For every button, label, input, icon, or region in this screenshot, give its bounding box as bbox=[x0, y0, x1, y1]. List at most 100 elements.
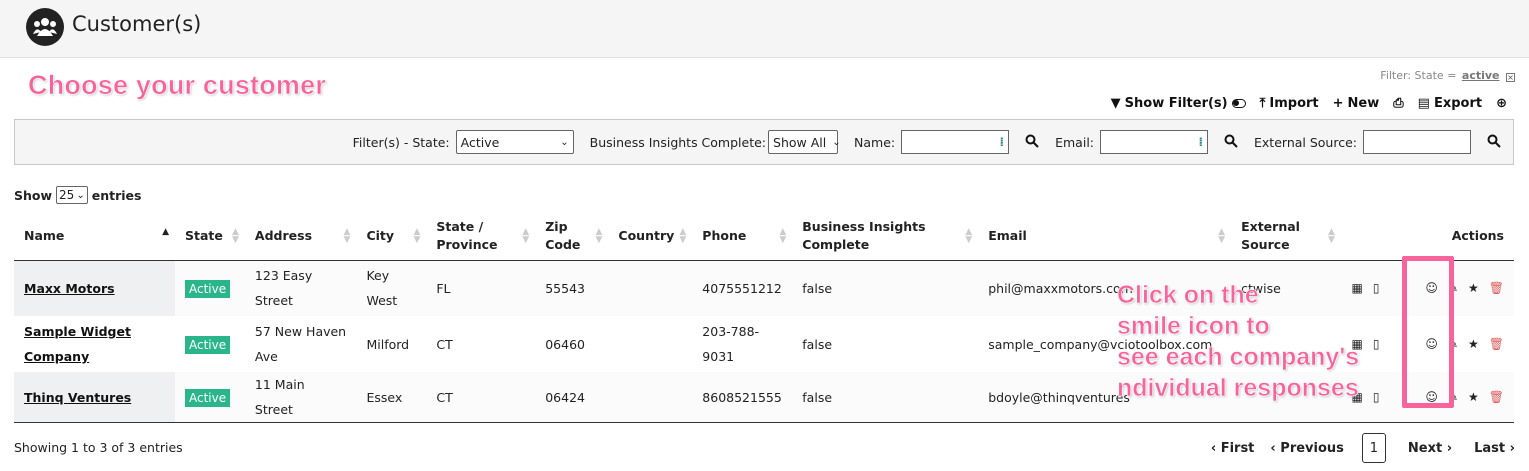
sort-icon: ▲ ▼ bbox=[413, 227, 421, 245]
province-cell: FL bbox=[436, 280, 451, 296]
callout-choose-customer: Choose your customer bbox=[28, 70, 327, 101]
bi-cell: false bbox=[802, 336, 833, 352]
import-label: Import bbox=[1269, 96, 1319, 111]
page-1-button[interactable]: 1 bbox=[1361, 433, 1386, 463]
country-cell bbox=[608, 372, 693, 423]
trash-icon[interactable]: 🗑 bbox=[1489, 332, 1504, 357]
column-header[interactable]: Email ▲ ▼ bbox=[978, 212, 1232, 261]
autofill-icon: ⁞ bbox=[999, 135, 1005, 149]
filter-summary-value[interactable]: active bbox=[1462, 69, 1500, 82]
status-badge: Active bbox=[185, 388, 231, 407]
external-filter-label: External Source: bbox=[1254, 134, 1357, 150]
state-filter-select[interactable]: Active ⌄ bbox=[455, 130, 574, 154]
star-icon[interactable]: ★ bbox=[1468, 385, 1479, 410]
column-header[interactable]: State ▲ ▼ bbox=[175, 212, 245, 261]
column-header[interactable]: Zip Code ▲ ▼ bbox=[535, 212, 609, 261]
entries-select[interactable]: 25 ⌄ bbox=[56, 186, 88, 204]
column-header: Actions bbox=[1340, 212, 1514, 261]
customer-name-link[interactable]: Sample Widget Company bbox=[24, 324, 131, 364]
entries-show-label: Show bbox=[14, 187, 53, 203]
name-search-icon[interactable] bbox=[1025, 134, 1041, 150]
callout-line: see each company's bbox=[1117, 343, 1360, 372]
zip-cell: 06460 bbox=[545, 336, 585, 352]
table-header-row: Name ▲ State ▲ ▼ Address ▲ ▼ City ▲ ▼ State / P… bbox=[14, 212, 1514, 261]
plus-icon: + bbox=[1332, 96, 1344, 111]
province-cell: CT bbox=[426, 372, 536, 423]
clipboard-icon[interactable]: ▯ bbox=[1373, 332, 1380, 357]
sort-icon: ▲ ▼ bbox=[779, 227, 787, 245]
sort-icon: ▲ ▼ bbox=[679, 227, 687, 245]
new-button[interactable]: + New bbox=[1333, 96, 1380, 111]
chevron-down-icon: ⌄ bbox=[832, 136, 841, 148]
filter-summary-label: Filter: State = bbox=[1380, 69, 1457, 82]
email-search-icon[interactable] bbox=[1224, 134, 1240, 150]
import-button[interactable]: ⤒ Import bbox=[1260, 96, 1319, 111]
first-page-button[interactable]: ‹ First bbox=[1211, 441, 1255, 456]
filter-funnel-icon: ▼ bbox=[1110, 96, 1121, 111]
toolbar: ▼ Show Filter(s) ⤒ Import + New ⎙ ▤ Expo… bbox=[1111, 96, 1507, 111]
email-filter-input[interactable]: ⁞ bbox=[1100, 130, 1209, 154]
province-cell: CT bbox=[436, 336, 453, 352]
trash-icon[interactable]: 🗑 bbox=[1489, 276, 1504, 301]
filter-bar: Filter(s) - State: Active ⌄ Business Ins… bbox=[14, 119, 1514, 165]
sort-icon: ▲ ▼ bbox=[1328, 227, 1335, 245]
autofill-icon: ⁞ bbox=[1198, 135, 1204, 149]
sort-icon: ▲ ▼ bbox=[1218, 227, 1226, 245]
sort-asc-icon: ▲ bbox=[162, 227, 169, 237]
people-group-icon bbox=[26, 8, 64, 46]
file-export-icon: ▤ bbox=[1417, 96, 1430, 111]
status-badge: Active bbox=[185, 279, 231, 298]
city-cell: Milford bbox=[366, 336, 410, 352]
page-title: Customer(s) bbox=[72, 12, 202, 36]
callout-line: ndividual responses bbox=[1117, 374, 1359, 403]
column-header[interactable]: External Source ▲ ▼ bbox=[1231, 212, 1341, 261]
phone-cell: 4075551212 bbox=[702, 280, 782, 296]
customer-name-link[interactable]: Maxx Motors bbox=[24, 281, 115, 296]
help-button[interactable]: ⊕ bbox=[1496, 96, 1507, 111]
print-icon: ⎙ bbox=[1393, 96, 1404, 111]
chevron-down-icon: ⌄ bbox=[76, 189, 85, 201]
column-header[interactable]: Phone ▲ ▼ bbox=[692, 212, 793, 261]
column-header[interactable]: City ▲ ▼ bbox=[356, 212, 427, 261]
bi-filter-select[interactable]: Show All ⌄ bbox=[768, 130, 841, 154]
next-page-button[interactable]: Next › bbox=[1408, 441, 1452, 456]
zip-cell: 06424 bbox=[535, 372, 609, 423]
column-header[interactable]: Name ▲ bbox=[14, 212, 175, 261]
name-filter-input[interactable]: ⁞ bbox=[901, 130, 1010, 154]
export-button[interactable]: ▤ Export bbox=[1418, 96, 1482, 111]
column-header[interactable]: State / Province ▲ ▼ bbox=[426, 212, 536, 261]
external-filter-input[interactable] bbox=[1363, 130, 1471, 154]
column-header[interactable]: Country ▲ ▼ bbox=[608, 212, 693, 261]
external-search-icon[interactable] bbox=[1487, 134, 1503, 150]
clipboard-icon[interactable]: ▯ bbox=[1373, 385, 1380, 410]
column-header[interactable]: Business Insights Complete ▲ ▼ bbox=[792, 212, 979, 261]
name-filter-label: Name: bbox=[854, 134, 896, 150]
address-cell: 11 Main Street bbox=[244, 372, 357, 423]
trash-icon[interactable]: 🗑 bbox=[1489, 385, 1504, 410]
last-page-button[interactable]: Last › bbox=[1474, 441, 1515, 456]
zip-cell: 55543 bbox=[545, 280, 585, 296]
address-cell: 123 Easy Street bbox=[254, 268, 313, 309]
status-badge: Active bbox=[185, 335, 231, 354]
entries-value: 25 bbox=[59, 188, 75, 202]
clipboard-icon[interactable]: ▯ bbox=[1373, 276, 1380, 301]
email-filter-label: Email: bbox=[1055, 134, 1095, 150]
show-filters-button[interactable]: ▼ Show Filter(s) bbox=[1111, 96, 1246, 111]
clear-filter-icon[interactable]: × bbox=[1506, 73, 1515, 82]
sort-icon: ▲ ▼ bbox=[595, 227, 603, 245]
print-button[interactable]: ⎙ bbox=[1393, 96, 1403, 111]
city-cell: Key West bbox=[366, 268, 398, 309]
customer-name-link[interactable]: Thinq Ventures bbox=[24, 390, 131, 405]
highlight-box bbox=[1402, 256, 1454, 408]
previous-page-button[interactable]: ‹ Previous bbox=[1270, 441, 1344, 456]
star-icon[interactable]: ★ bbox=[1468, 332, 1479, 357]
upload-icon: ⤒ bbox=[1259, 96, 1266, 111]
bi-cell: false bbox=[802, 280, 833, 296]
chevron-down-icon: ⌄ bbox=[560, 136, 569, 148]
state-filter-label: Filter(s) - State: bbox=[352, 134, 450, 150]
new-label: New bbox=[1347, 96, 1380, 111]
page-header: Customer(s) bbox=[0, 0, 1529, 58]
column-header[interactable]: Address ▲ ▼ bbox=[244, 212, 357, 261]
star-icon[interactable]: ★ bbox=[1468, 276, 1479, 301]
callout-line: smile icon to bbox=[1117, 312, 1270, 341]
